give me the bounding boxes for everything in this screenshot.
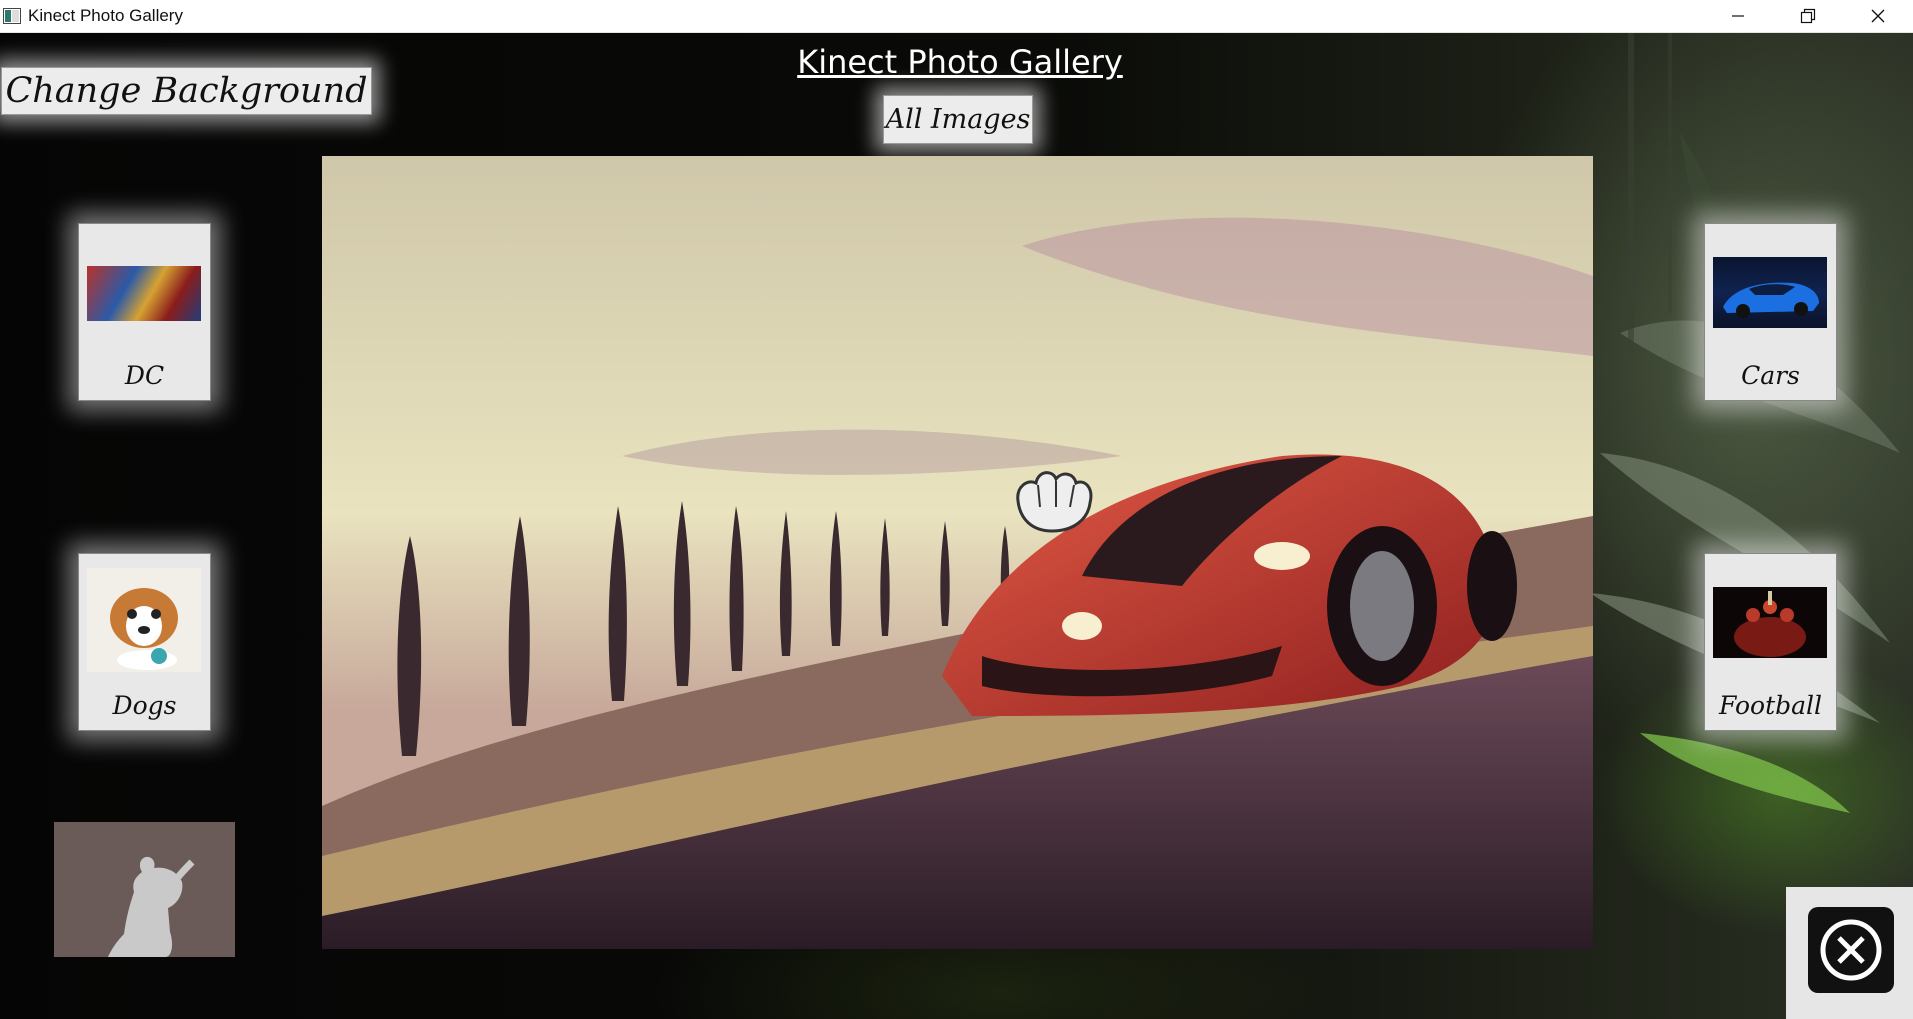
exit-button[interactable] [1808,907,1894,993]
circle-close-icon [1820,919,1882,981]
all-images-button[interactable]: All Images [883,95,1033,144]
gallery-stage: Change Background Kinect Photo Gallery A… [0,33,1913,1019]
minimize-button[interactable] [1703,0,1773,32]
category-dogs-button[interactable]: Dogs [78,553,211,731]
page-title: Kinect Photo Gallery [797,43,1123,81]
exit-panel [1786,887,1913,1019]
category-label: Dogs [112,691,177,720]
window-titlebar: Kinect Photo Gallery [0,0,1913,33]
football-team-thumbnail-icon [1713,587,1827,658]
puppy-thumbnail-icon [87,568,201,672]
red-sports-car-image [322,156,1593,949]
category-label: DC [124,361,165,390]
restore-button[interactable] [1773,0,1843,32]
close-icon [1871,9,1885,23]
kinect-body-view [54,822,235,957]
main-photo [322,156,1593,949]
minimize-icon [1732,15,1744,17]
category-cars-button[interactable]: Cars [1704,223,1837,401]
kinect-hand-cursor-icon [1016,471,1093,533]
superman-thumbnail-icon [87,266,201,321]
blue-car-thumbnail-icon [1713,257,1827,328]
window-close-button[interactable] [1843,0,1913,32]
change-background-button[interactable]: Change Background [1,67,372,115]
background-leaves [1590,33,1900,813]
app-icon [2,7,22,25]
user-silhouette-icon [108,856,195,957]
category-label: Cars [1741,361,1800,390]
window-title: Kinect Photo Gallery [28,6,183,25]
category-label: Football [1718,691,1823,720]
category-football-button[interactable]: Football [1704,553,1837,731]
category-dc-button[interactable]: DC [78,223,211,401]
restore-icon [1800,8,1816,24]
